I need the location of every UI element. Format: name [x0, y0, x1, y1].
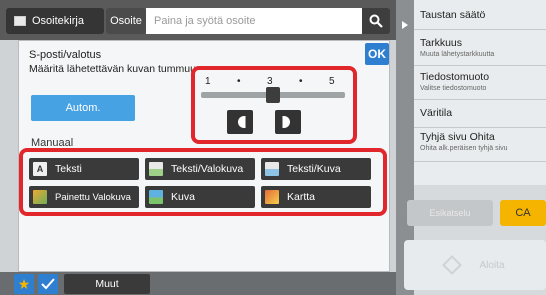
- side-item-sub: Ohita alk.peräisen tyhjä sivu: [420, 145, 508, 152]
- type-label: Teksti/Valokuva: [171, 163, 244, 175]
- search-button[interactable]: [362, 8, 390, 34]
- ok-label: OK: [368, 47, 386, 61]
- side-item-label: Väritila: [420, 107, 453, 119]
- tab-address[interactable]: Osoite: [106, 8, 146, 34]
- check-button[interactable]: [38, 274, 58, 294]
- type-label: Painettu Valokuva: [55, 191, 131, 203]
- preview-label: Esikatselu: [429, 208, 471, 218]
- auto-button[interactable]: Autom.: [31, 95, 135, 121]
- side-item-color-mode[interactable]: Väritila: [414, 100, 546, 128]
- auto-label: Autom.: [65, 102, 101, 114]
- search-icon: [369, 14, 383, 28]
- side-item-label: Tarkkuus: [420, 37, 463, 49]
- type-label: Teksti/Kuva: [287, 163, 341, 175]
- side-item-sub: Muuta lähetystarkkuutta: [420, 51, 495, 58]
- tab-addressbook-label: Osoitekirja: [32, 15, 84, 27]
- expand-arrow-icon: [402, 21, 408, 29]
- dialog-title: S-posti/valotus: [29, 49, 102, 61]
- type-printed-photo-button[interactable]: Painettu Valokuva: [29, 186, 139, 208]
- type-image-button[interactable]: Kuva: [145, 186, 255, 208]
- star-icon: ★: [17, 276, 31, 292]
- half-moon-right-icon: [282, 116, 290, 128]
- text-image-icon: [265, 162, 279, 176]
- slider-tick: •: [237, 76, 241, 87]
- exposure-slider[interactable]: [201, 87, 345, 103]
- side-item-blank-page-skip[interactable]: Tyhjä sivu Ohita Ohita alk.peräisen tyhj…: [414, 128, 546, 162]
- more-button[interactable]: Muut: [64, 274, 150, 294]
- type-text-image-button[interactable]: Teksti/Kuva: [261, 158, 371, 180]
- type-label: Kartta: [287, 191, 316, 203]
- type-map-button[interactable]: Kartta: [261, 186, 371, 208]
- type-text-button[interactable]: A Teksti: [29, 158, 139, 180]
- text-photo-icon: [149, 162, 163, 176]
- image-icon: [149, 190, 163, 204]
- preview-button[interactable]: Esikatselu: [407, 200, 493, 226]
- bottom-bar: [0, 272, 396, 295]
- slider-tick: •: [299, 76, 303, 87]
- type-label: Teksti: [55, 163, 82, 175]
- side-item-label: Tyhjä sivu Ohita: [420, 131, 495, 143]
- side-item-background[interactable]: Taustan säätö: [414, 0, 546, 30]
- slider-tick: 5: [329, 76, 335, 87]
- clear-all-button[interactable]: CA: [500, 200, 546, 226]
- start-icon: [442, 255, 463, 275]
- map-icon: [265, 190, 279, 204]
- address-input[interactable]: [146, 8, 362, 34]
- slider-tick: 3: [267, 76, 273, 87]
- half-moon-left-icon: [238, 116, 246, 128]
- dialog-subtitle: Määritä lähetettävän kuvan tummuus: [29, 63, 199, 75]
- side-item-sub: Valitse tiedostomuoto: [420, 85, 487, 92]
- start-label: Aloita: [479, 259, 505, 271]
- side-item-file-format[interactable]: Tiedostomuoto Valitse tiedostomuoto: [414, 66, 546, 100]
- type-text-photo-button[interactable]: Teksti/Valokuva: [145, 158, 255, 180]
- side-item-label: Taustan säätö: [420, 9, 486, 21]
- ok-button[interactable]: OK: [365, 43, 389, 65]
- type-label: Kuva: [171, 191, 195, 203]
- more-label: Muut: [95, 278, 119, 290]
- slider-thumb[interactable]: [266, 87, 280, 103]
- lighter-button[interactable]: [227, 110, 253, 134]
- checkmark-icon: [41, 278, 55, 290]
- tab-addressbook[interactable]: Osoitekirja: [6, 8, 104, 34]
- text-doc-icon: A: [33, 162, 47, 176]
- favorite-button[interactable]: ★: [14, 274, 34, 294]
- exposure-slider-group: 1 • 3 • 5: [191, 66, 357, 144]
- slider-tick: 1: [205, 76, 211, 87]
- image-type-group: A Teksti Teksti/Valokuva Teksti/Kuva Pai…: [19, 148, 387, 216]
- printed-photo-icon: [33, 190, 47, 204]
- side-item-label: Tiedostomuoto: [420, 71, 490, 83]
- start-button[interactable]: Aloita: [404, 240, 546, 290]
- tab-address-label: Osoite: [110, 15, 142, 27]
- address-book-icon: [14, 16, 26, 26]
- darker-button[interactable]: [275, 110, 301, 134]
- side-item-resolution[interactable]: Tarkkuus Muuta lähetystarkkuutta: [414, 30, 546, 66]
- side-panel: Taustan säätö Tarkkuus Muuta lähetystark…: [414, 0, 546, 185]
- exposure-dialog: S-posti/valotus Määritä lähetettävän kuv…: [18, 40, 390, 272]
- ca-label: CA: [515, 207, 531, 219]
